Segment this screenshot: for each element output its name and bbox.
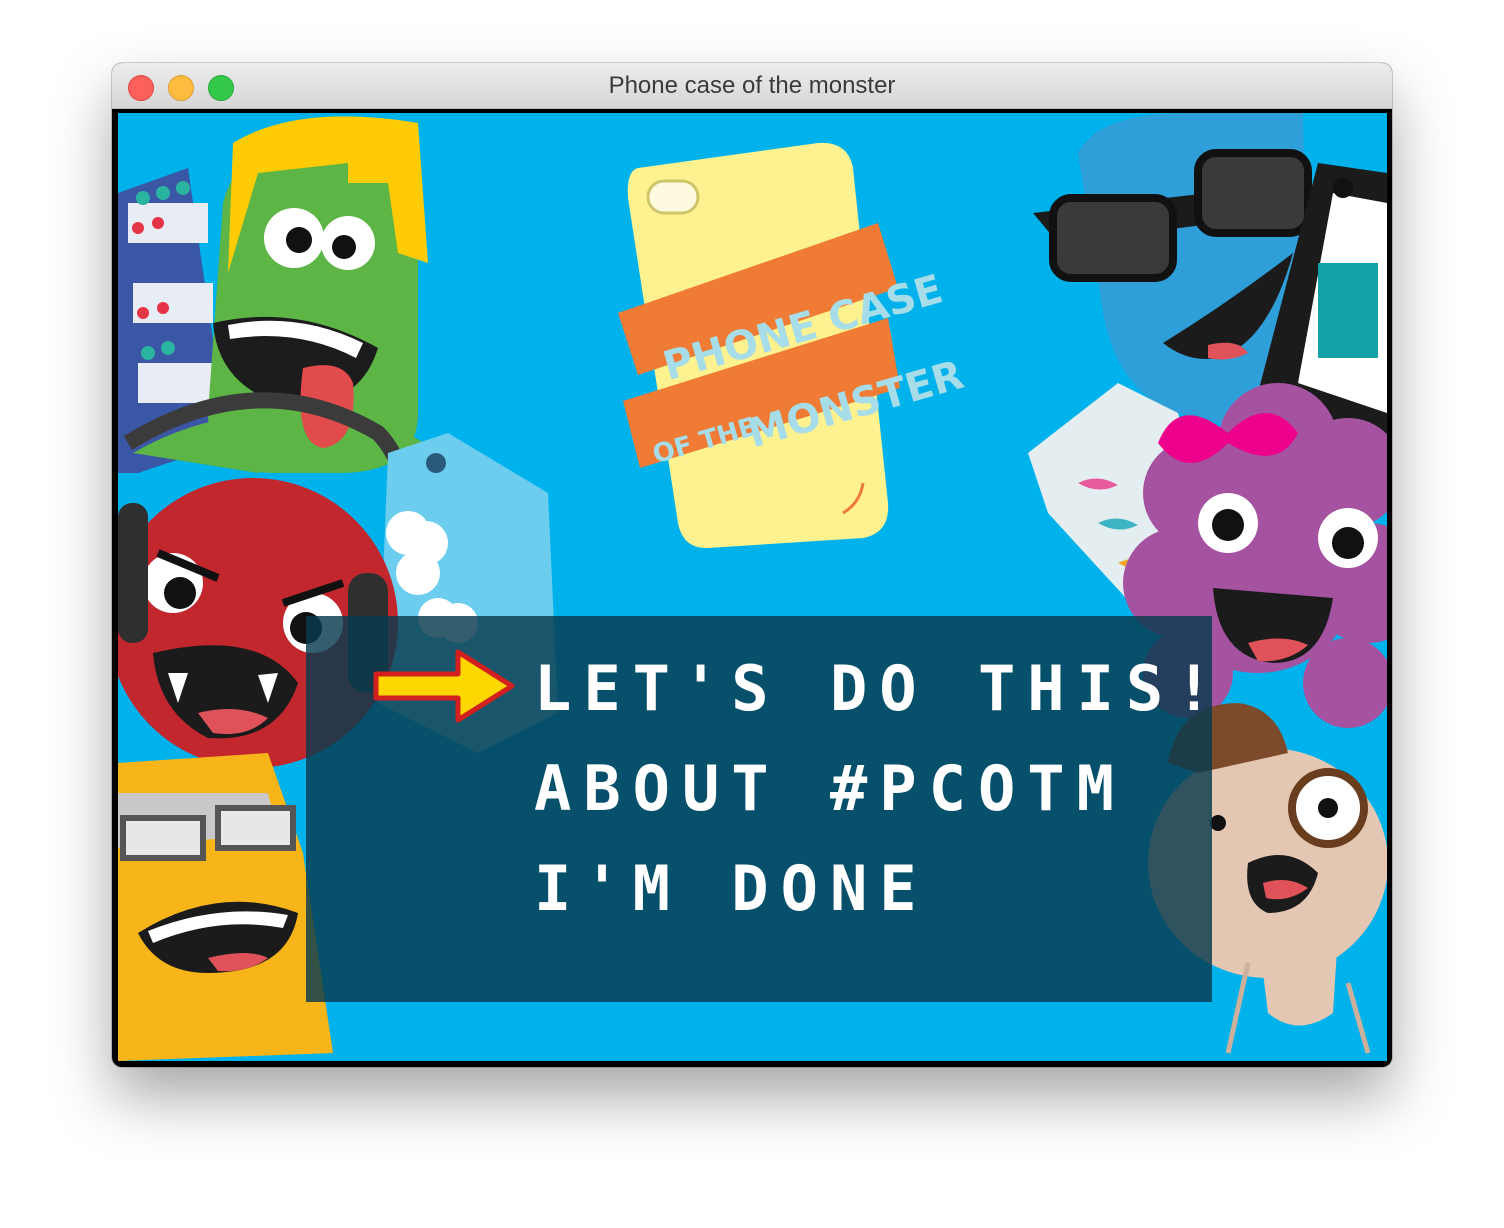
menu-item-lets-do-this[interactable]: LET'S DO THIS! [534, 652, 1225, 725]
app-window: Phone case of the monster PHONE CASE OF … [112, 63, 1392, 1067]
selector-arrow-icon [373, 649, 515, 723]
window-title: Phone case of the monster [608, 72, 896, 99]
main-menu-panel: LET'S DO THIS! ABOUT #PCOTM I'M DONE [306, 616, 1213, 1002]
menu-item-done[interactable]: I'M DONE [534, 852, 929, 925]
game-canvas: PHONE CASE OF THE MONSTER LET'S DO THIS!… [118, 113, 1387, 1061]
yellow-monster [118, 753, 333, 1061]
title-bar: Phone case of the monster [112, 63, 1392, 109]
menu-item-about[interactable]: ABOUT #PCOTM [534, 752, 1126, 825]
